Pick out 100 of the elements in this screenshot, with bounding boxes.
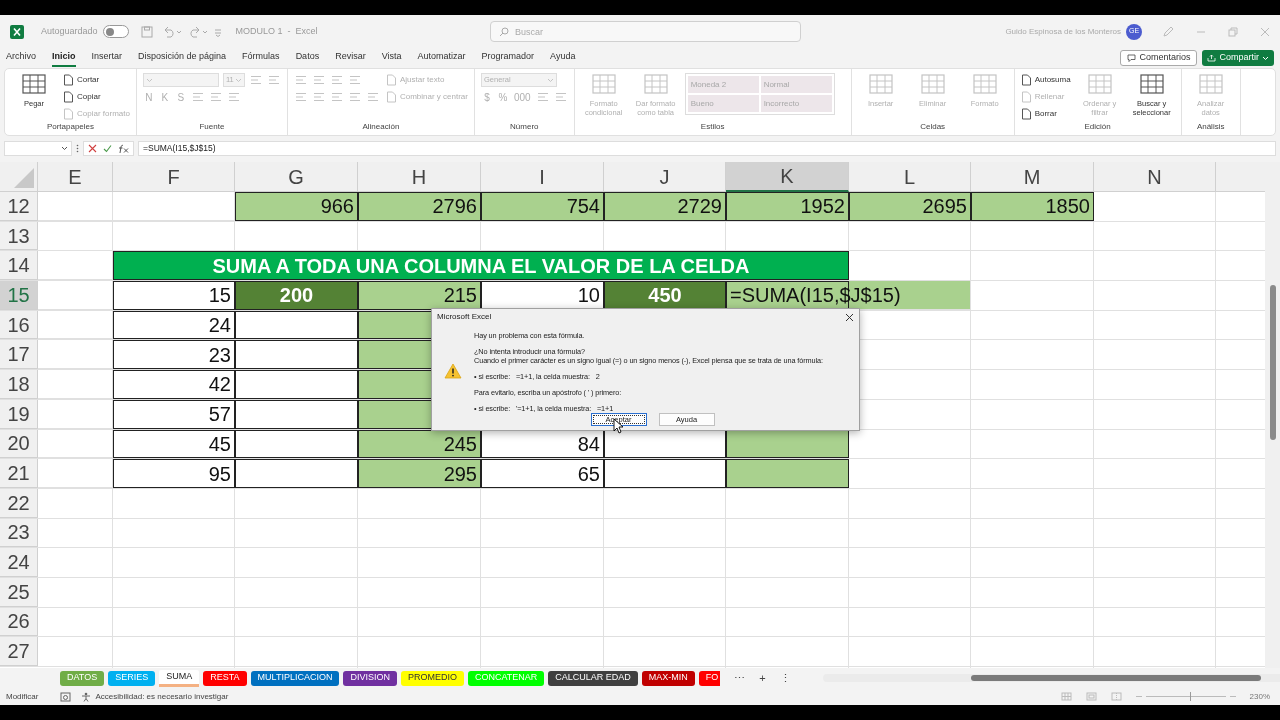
document-icon [385, 74, 397, 86]
table-cell: 450 [604, 281, 726, 310]
table-cell: 45 [113, 429, 235, 459]
save-icon[interactable] [140, 25, 153, 38]
document-icon [1020, 91, 1032, 103]
lines-icon [191, 92, 204, 102]
column-header[interactable]: K [726, 162, 849, 192]
row-header[interactable]: 19 [0, 399, 38, 429]
caret-icon [1262, 55, 1269, 61]
row-header[interactable]: 15 [0, 281, 38, 310]
menu-tab[interactable]: Automatizar [417, 49, 466, 67]
row-header[interactable]: 18 [0, 370, 38, 399]
row-header[interactable]: 24 [0, 548, 38, 577]
table-cell: 57 [113, 399, 235, 429]
menu-tab[interactable]: Insertar [91, 49, 123, 67]
menu-tab[interactable]: Disposición de página [138, 49, 227, 67]
select-all-icon[interactable] [14, 168, 34, 188]
row-header[interactable]: 21 [0, 459, 38, 488]
table-cell: 2695 [849, 192, 971, 221]
scroll-thumb[interactable] [970, 675, 1261, 681]
grid-icon [21, 73, 47, 97]
table-cell: 2729 [604, 192, 726, 221]
excel-logo-icon [10, 24, 24, 39]
row-header[interactable]: 27 [0, 637, 38, 666]
status-mode: Modificar [6, 690, 39, 703]
sheet-tab[interactable]: CALCULAR EDAD [548, 670, 638, 686]
menu-tab[interactable]: Ayuda [550, 49, 576, 67]
menu-tab[interactable]: Vista [381, 49, 402, 67]
row-header[interactable]: 20 [0, 429, 38, 459]
sheet-tab[interactable]: SUMA [159, 669, 200, 687]
ribbon-button[interactable]: Autosuma [1020, 73, 1071, 87]
pen-icon[interactable] [1162, 25, 1174, 38]
lines-icon [209, 92, 222, 102]
sheet-tab[interactable]: DIVISION [343, 670, 397, 686]
group-label: Alineación [361, 121, 401, 133]
document-icon [63, 108, 74, 120]
document-icon [1020, 74, 1032, 86]
group-label: Número [509, 121, 540, 133]
column-header[interactable]: N [1094, 162, 1216, 192]
cancel-icon[interactable] [88, 144, 97, 153]
row-header[interactable]: 12 [0, 192, 38, 221]
menu-tab[interactable]: Fórmulas [242, 49, 280, 67]
sheet-tab[interactable]: PROMEDIO [400, 670, 464, 686]
grid-icon [919, 73, 946, 97]
autosave-toggle[interactable] [102, 25, 129, 38]
sheet-tab[interactable]: MAX-MIN [641, 670, 695, 686]
check-icon[interactable] [103, 144, 112, 153]
menu-tab[interactable]: Datos [295, 49, 320, 67]
accessibility-status[interactable]: Accesibilidad: es necesario investigar [95, 690, 229, 703]
accessibility-icon[interactable] [81, 691, 92, 702]
page-break-icon[interactable] [1110, 692, 1122, 701]
document-icon [385, 91, 397, 103]
grid-view-icon[interactable] [1060, 692, 1072, 701]
row-header[interactable]: 16 [0, 310, 38, 340]
sheet-tab[interactable]: FO [698, 670, 721, 686]
sheet-tab[interactable]: MULTIPLICACION [250, 670, 340, 686]
search-field[interactable]: Buscar [490, 21, 801, 42]
share-icon [1207, 54, 1217, 62]
tab-control[interactable]: ⋮ [779, 669, 791, 687]
customize-icon[interactable] [213, 26, 222, 37]
ribbon-button[interactable]: Cortar [63, 73, 100, 87]
close-icon[interactable] [845, 312, 854, 322]
grid-icon [1138, 73, 1165, 97]
menu-tab[interactable]: Programador [481, 49, 535, 67]
ribbon-button[interactable]: Borrar [1020, 107, 1057, 121]
function-icon[interactable] [118, 143, 129, 154]
grid-icon [1086, 73, 1113, 97]
formula-field[interactable]: =SUMA(I15,$J$15) [138, 141, 1276, 156]
document-icon [63, 91, 74, 103]
lines-icon [312, 75, 325, 85]
row-header[interactable]: 14 [0, 251, 38, 281]
name-box[interactable] [4, 141, 72, 156]
slider-thumb[interactable] [1189, 692, 1192, 701]
redo-icon[interactable] [187, 25, 208, 38]
lines-icon [312, 92, 325, 102]
row-header[interactable]: 22 [0, 488, 38, 518]
lines-icon [294, 75, 307, 85]
share-button[interactable]: Compartir [1202, 50, 1274, 66]
restore-icon[interactable] [1228, 26, 1238, 37]
row-header[interactable]: 13 [0, 221, 38, 251]
table-cell: 65 [481, 459, 604, 488]
page-layout-icon[interactable] [1085, 692, 1097, 701]
group-label: Análisis [1195, 121, 1226, 133]
tab-control[interactable]: + [759, 669, 766, 687]
row-header[interactable]: 26 [0, 607, 38, 637]
tab-control[interactable]: ⋯ [734, 669, 746, 687]
macro-icon[interactable] [60, 691, 72, 702]
menu-tab[interactable]: Archivo [6, 49, 36, 67]
row-header[interactable]: 25 [0, 577, 38, 607]
menu-tab[interactable]: Revisar [335, 49, 366, 67]
lines-icon [227, 92, 240, 102]
horizontal-scrollbar[interactable] [822, 674, 1280, 682]
row-header[interactable]: 23 [0, 518, 38, 548]
sheet-tab[interactable]: RESTA [203, 670, 247, 686]
comments-button[interactable]: Comentarios [1120, 50, 1198, 66]
scroll-thumb[interactable] [1270, 285, 1276, 440]
ribbon-button[interactable]: Copiar [63, 90, 101, 104]
table-cell: 84 [481, 429, 604, 459]
zoom-level[interactable]: 230% [1249, 690, 1270, 703]
row-header[interactable]: 17 [0, 340, 38, 370]
